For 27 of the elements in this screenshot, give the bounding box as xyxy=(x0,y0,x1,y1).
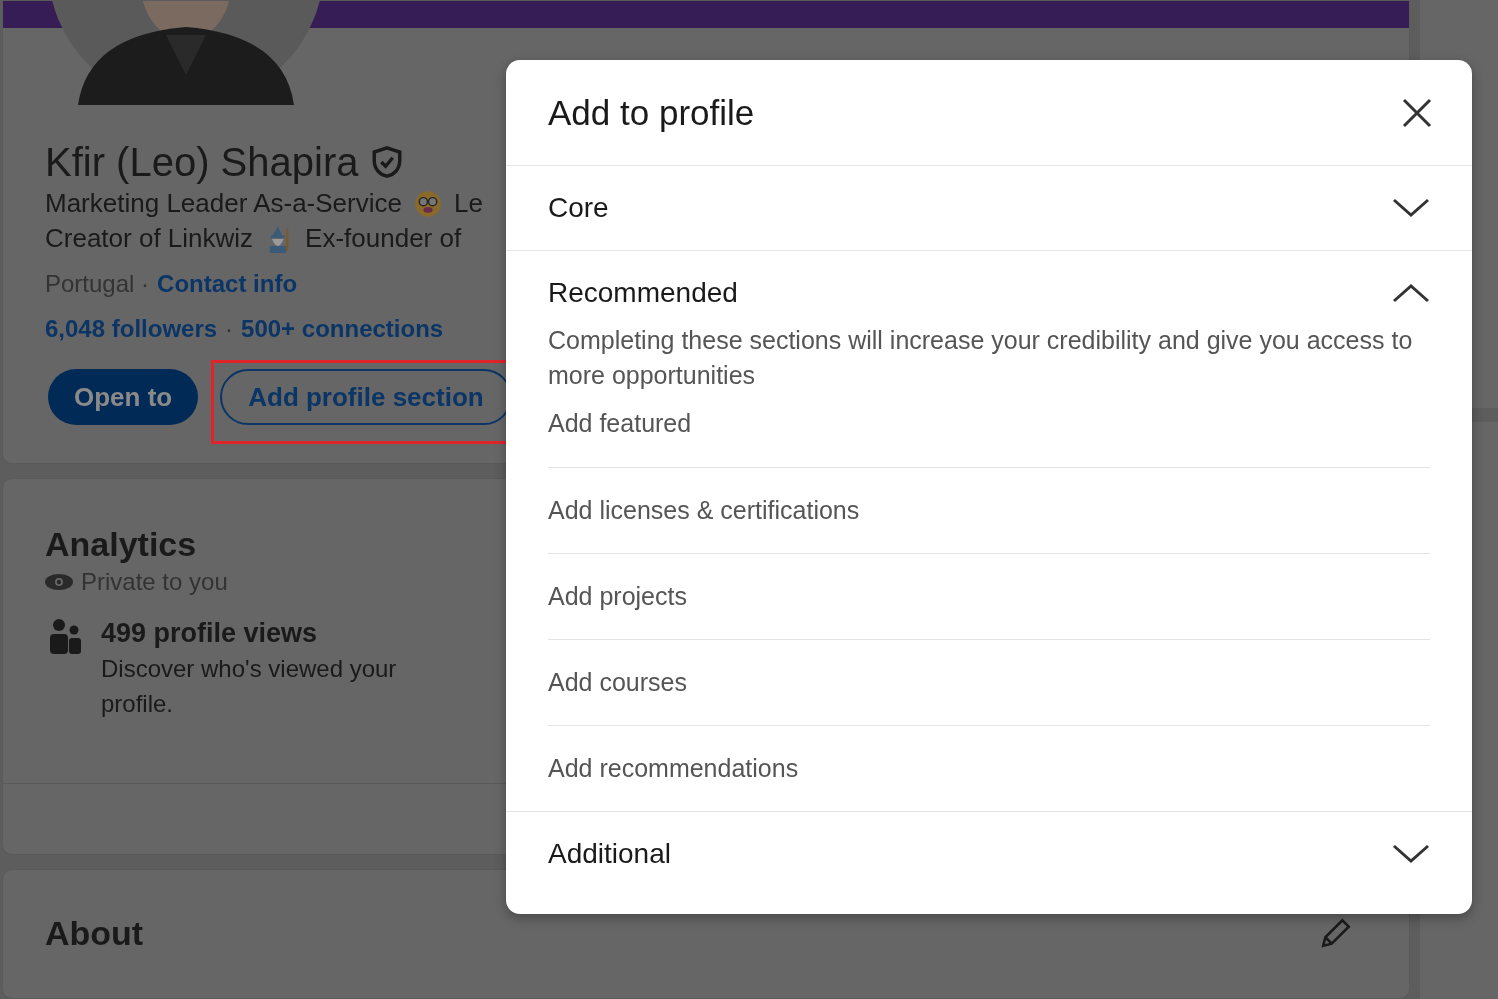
section-description: Completing these sections will increase your credibility and give you access to more opportunities xyxy=(548,325,1414,391)
add-section-link[interactable]: Add courses xyxy=(548,668,687,697)
headline-text: Creator of Linkwiz xyxy=(45,223,254,254)
separator-dot: · xyxy=(225,314,234,343)
section-title: Analytics xyxy=(45,525,198,564)
chevron-down-icon xyxy=(1392,198,1430,218)
chevron-down-icon xyxy=(1392,844,1430,864)
section-title: About xyxy=(45,914,144,954)
headline-text: Ex-founder of xyxy=(305,223,462,254)
emoji-icon xyxy=(413,189,442,218)
people-icon xyxy=(49,618,81,654)
add-section-link[interactable]: Add recommendations xyxy=(548,754,799,783)
section-header[interactable]: Additional xyxy=(506,812,1472,896)
section-header[interactable]: Core xyxy=(506,166,1472,250)
open-to-button[interactable]: Open to xyxy=(48,369,199,425)
add-section-link[interactable]: Add licenses & certifications xyxy=(548,496,860,525)
headline-text: Marketing Leader As-a-Service xyxy=(45,188,402,219)
eye-icon xyxy=(45,574,73,590)
profile-name: Kfir (Leo) Shapira xyxy=(45,139,359,185)
edit-pencil-icon[interactable] xyxy=(1319,916,1353,950)
headline-text: Le xyxy=(453,188,483,219)
close-icon[interactable] xyxy=(1402,97,1432,128)
add-section-link[interactable]: Add featured xyxy=(548,408,692,438)
add-section-link[interactable]: Add projects xyxy=(548,582,687,611)
dialog-title: Add to profile xyxy=(548,92,755,133)
chevron-up-icon xyxy=(1392,283,1430,303)
profile-views-description: Discover who's viewed your profile. xyxy=(101,654,398,719)
